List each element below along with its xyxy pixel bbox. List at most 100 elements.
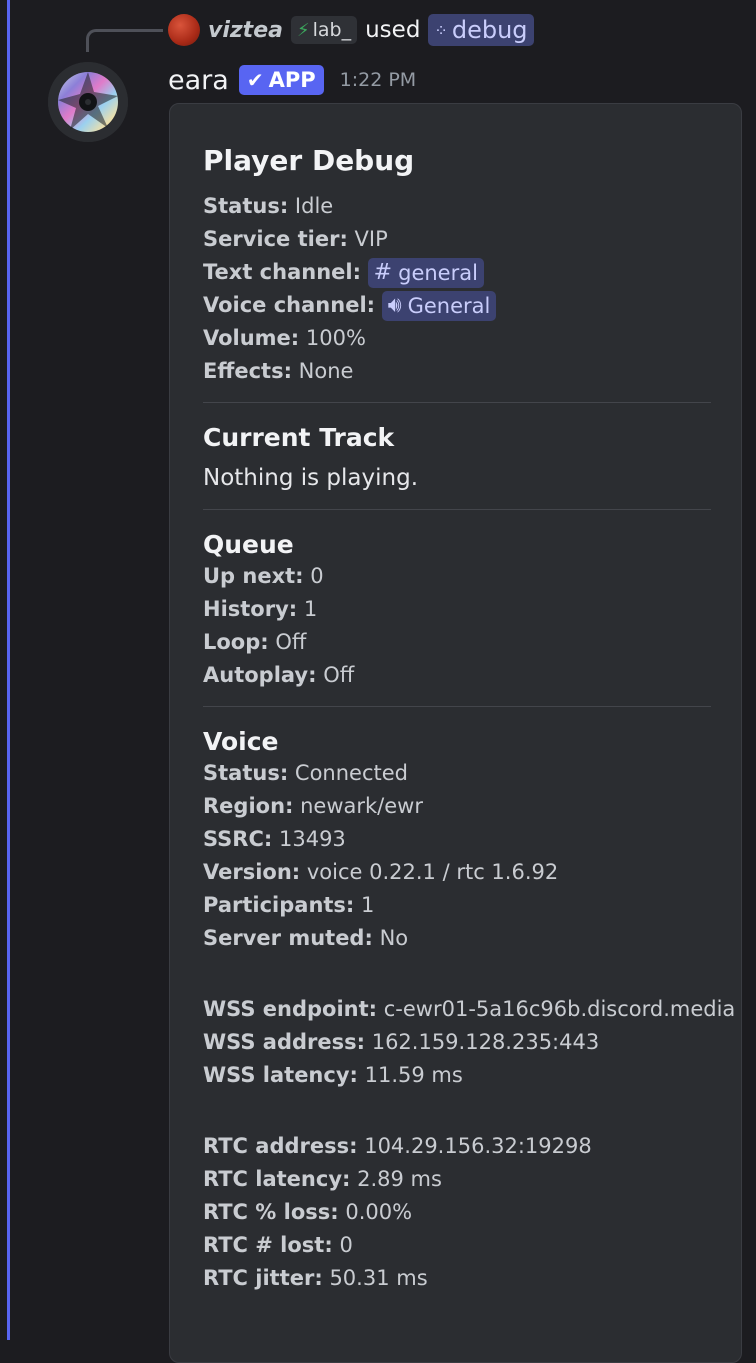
field-label: Text channel: [203,260,361,284]
field-value: 1 [361,893,375,917]
field-value: 162.159.128.235:443 [371,1030,600,1054]
field-label: Service tier: [203,227,348,251]
player-field: Effects: None [203,355,709,388]
field-value: 50.31 ms [329,1266,428,1290]
player-field: Volume: 100% [203,322,709,355]
field-value: Connected [294,761,409,785]
voice-channel-field: Voice channel: 🔊︎ General [203,289,709,322]
field-label: RTC jitter: [203,1266,323,1290]
reply-context[interactable]: viztea ⚡ lab_ used ⁘ debug [168,12,534,48]
message-header: eara ✔ APP 1:22 PM [168,60,416,100]
rtc-field: RTC # lost: 0 [203,1229,709,1262]
reply-username[interactable]: viztea [208,18,283,43]
field-value: 11.59 ms [364,1063,463,1087]
field-value: 13493 [278,827,346,851]
guild-tag-label: lab_ [312,19,352,41]
author-avatar[interactable] [48,62,128,142]
player-field: Service tier: VIP [203,223,709,256]
voice-field: Server muted: No [203,922,709,955]
text-channel-field: Text channel: # general [203,256,709,289]
slash-command-name: debug [451,16,528,44]
field-label: Region: [203,794,294,818]
field-value: 100% [305,326,366,350]
field-value: VIP [354,227,388,251]
field-value: 2.89 ms [357,1167,442,1191]
player-field: Status: Idle [203,190,709,223]
field-value: voice 0.22.1 / rtc 1.6.92 [306,860,559,884]
field-label: WSS address: [203,1030,366,1054]
field-label: WSS latency: [203,1063,358,1087]
field-label: RTC address: [203,1134,358,1158]
field-value: Idle [294,194,334,218]
message-timestamp[interactable]: 1:22 PM [340,69,417,91]
field-label: Loop: [203,630,269,654]
divider [203,509,711,510]
slash-command-mention[interactable]: ⁘ debug [428,14,534,46]
queue-field: History: 1 [203,593,709,626]
lightning-icon: ⚡ [296,19,310,41]
field-value: 0 [339,1233,353,1257]
voice-channel-mention[interactable]: 🔊︎ General [381,291,497,321]
queue-field: Loop: Off [203,626,709,659]
app-badge: ✔ APP [238,65,324,95]
field-label: Participants: [203,893,355,917]
voice-field: Region: newark/ewr [203,790,709,823]
field-label: Server muted: [203,926,373,950]
divider [203,706,711,707]
field-value: Off [275,630,307,654]
debug-embed: Player Debug Status: Idle Service tier: … [169,103,742,1363]
guild-tag-badge[interactable]: ⚡ lab_ [290,16,358,44]
voice-field: SSRC: 13493 [203,823,709,856]
queue-field: Up next: 0 [203,560,709,593]
wss-field: WSS endpoint: c-ewr01-5a16c96b.discord.m… [203,993,735,1026]
current-track-title: Current Track [203,423,395,452]
field-label: Version: [203,860,301,884]
voice-field: Participants: 1 [203,889,709,922]
rtc-field: RTC address: 104.29.156.32:19298 [203,1130,709,1163]
reply-spine [86,29,163,52]
rtc-field: RTC jitter: 50.31 ms [203,1262,709,1295]
field-label: Status: [203,194,289,218]
field-label: Voice channel: [203,293,376,317]
queue-field: Autoplay: Off [203,659,709,692]
channel-name: General [407,294,491,318]
speaker-icon: 🔊︎ [387,293,402,318]
field-value: 0.00% [345,1200,413,1224]
field-label: Effects: [203,359,292,383]
embed-title: Player Debug [203,144,415,177]
field-label: History: [203,597,298,621]
rtc-field: RTC latency: 2.89 ms [203,1163,709,1196]
hash-icon: # [373,260,393,285]
wss-field: WSS latency: 11.59 ms [203,1059,709,1092]
voice-field: Version: voice 0.22.1 / rtc 1.6.92 [203,856,709,889]
field-label: SSRC: [203,827,273,851]
app-command-icon: ⁘ [434,20,448,40]
rtc-field: RTC % loss: 0.00% [203,1196,709,1229]
voice-title: Voice [203,727,279,756]
field-label: Up next: [203,564,304,588]
divider [203,402,711,403]
cd-disc-icon [48,62,128,142]
field-value: c-ewr01-5a16c96b.discord.media [383,997,736,1021]
field-value: 104.29.156.32:19298 [364,1134,592,1158]
app-badge-label: APP [268,68,316,92]
field-label: Autoplay: [203,663,317,687]
field-value: No [379,926,409,950]
field-value: 0 [310,564,324,588]
channel-name: general [398,261,478,285]
author-name[interactable]: eara [168,65,229,96]
field-label: RTC % loss: [203,1200,339,1224]
reply-avatar[interactable] [168,14,200,46]
field-value: 1 [303,597,318,621]
wss-field: WSS address: 162.159.128.235:443 [203,1026,709,1059]
text-channel-mention[interactable]: # general [367,258,484,288]
field-value: newark/ewr [300,794,423,818]
field-label: Volume: [203,326,300,350]
field-label: RTC # lost: [203,1233,333,1257]
mention-highlight-bar [7,0,10,1340]
field-label: WSS endpoint: [203,997,378,1021]
field-value: None [298,359,354,383]
field-value: Off [323,663,355,687]
